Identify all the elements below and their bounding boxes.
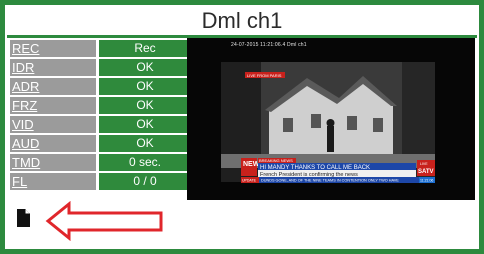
status-row-rec: REC Rec [10,40,191,57]
status-value: OK [99,78,191,95]
channel-panel: Dml ch1 REC Rec IDR OK ADR OK FRZ OK VID… [0,0,484,254]
document-icon[interactable] [13,208,33,228]
status-label[interactable]: REC [10,40,96,57]
status-label[interactable]: TMD [10,154,96,171]
ticker-clock: 11:21:06 [420,179,433,183]
status-value: 0 sec. [99,154,191,171]
status-label[interactable]: VID [10,116,96,133]
status-row-adr: ADR OK [10,78,191,95]
video-frame: LIVE FROM PARIS NEWS BREAKING NEWS HI MA… [187,38,475,200]
status-label[interactable]: IDR [10,59,96,76]
status-row-fl: FL 0 / 0 [10,173,191,190]
status-value: Rec [99,40,191,57]
video-osd-timestamp: 24-07-2015 11:21:06.4 Dml ch1 [231,42,307,48]
status-label[interactable]: FRZ [10,97,96,114]
status-table: REC Rec IDR OK ADR OK FRZ OK VID OK AUD … [10,40,191,192]
status-label[interactable]: FL [10,173,96,190]
status-label[interactable]: AUD [10,135,96,152]
status-value: OK [99,59,191,76]
status-value: OK [99,135,191,152]
status-row-aud: AUD OK [10,135,191,152]
breaking-tag-text: BREAKING NEWS [259,158,293,163]
status-row-frz: FRZ OK [10,97,191,114]
status-row-vid: VID OK [10,116,191,133]
arrow-left-icon [45,201,163,241]
panel-body: Dml ch1 REC Rec IDR OK ADR OK FRZ OK VID… [5,5,479,249]
crawl-text: DUNDS GONE, AND OF THE NINE TEAMS IN CON… [261,179,399,183]
live-tag-text: LIVE FROM PARIS [247,73,282,78]
status-label[interactable]: ADR [10,78,96,95]
channel-name: SATV [418,169,434,175]
status-value: 0 / 0 [99,173,191,190]
channel-title: Dml ch1 [201,8,283,33]
status-row-tmd: TMD 0 sec. [10,154,191,171]
status-value: OK [99,97,191,114]
status-row-idr: IDR OK [10,59,191,76]
channel-prefix: LIVE [420,162,428,166]
update-tag-text: UPDATE [242,179,257,183]
person-figure [327,126,334,152]
status-value: OK [99,116,191,133]
video-preview[interactable]: LIVE FROM PARIS NEWS BREAKING NEWS HI MA… [187,38,475,200]
